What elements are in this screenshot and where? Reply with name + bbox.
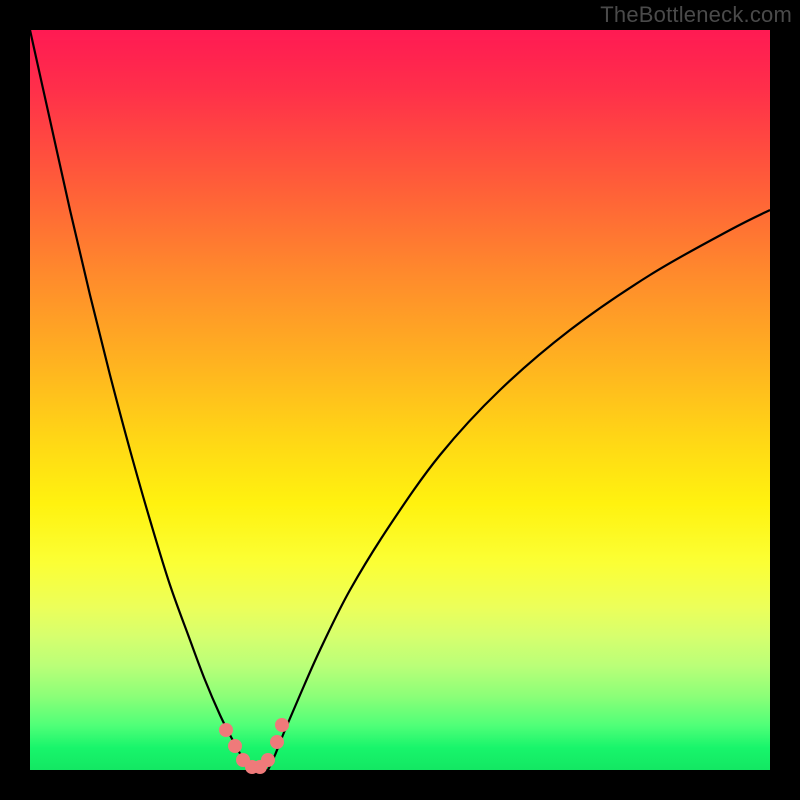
curve-right-branch [268,210,770,770]
floor-dots-group [219,718,289,774]
chart-svg [30,30,770,770]
plot-area [30,30,770,770]
floor-dot [261,753,275,767]
floor-dot [270,735,284,749]
floor-dot [275,718,289,732]
chart-frame: TheBottleneck.com [0,0,800,800]
curve-left-branch [30,30,250,770]
floor-dot [228,739,242,753]
floor-dot [219,723,233,737]
watermark-text: TheBottleneck.com [600,2,792,28]
